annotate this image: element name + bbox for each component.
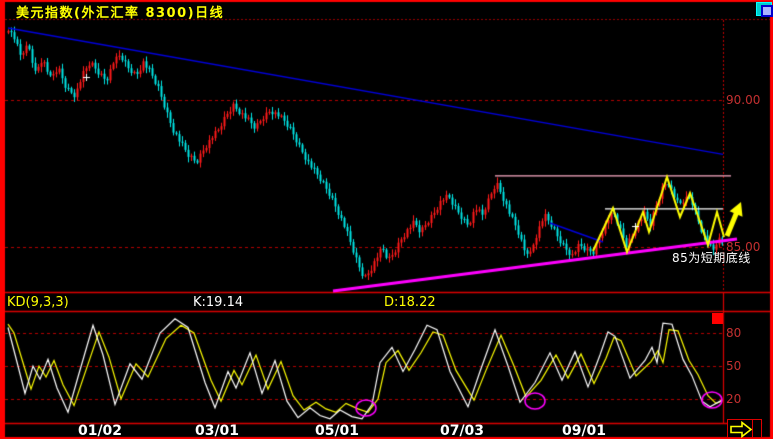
date-axis-label: 09/01 [561,423,607,439]
price-axis-label: 90.00 [726,93,761,107]
kd-d-value: D:18.22 [384,295,436,310]
price-axis-label: 85.00 [726,240,761,254]
kd-axis-label: 80 [726,326,742,340]
candlestick-and-kd-chart-canvas[interactable] [0,0,773,439]
red-square-marker [712,313,723,324]
window-restore-icon-inner [761,5,773,17]
date-axis-label: 01/02 [77,423,123,439]
window-title: 美元指数(外汇汇率 8300)日线 [16,6,225,21]
arrow-right-icon [730,421,753,438]
date-axis-label: 03/01 [194,423,240,439]
kd-indicator-label: KD(9,3,3) [7,295,69,310]
next-button-divider [752,420,753,437]
kd-k-value: K:19.14 [193,295,244,310]
date-axis-label: 07/03 [439,423,485,439]
date-axis-label: 05/01 [314,423,360,439]
next-page-button[interactable] [727,419,762,438]
kd-axis-label: 50 [726,359,742,373]
kd-axis-label: 20 [726,392,742,406]
chart-app-window: 美元指数(外汇汇率 8300)日线 KD(9,3,3) K:19.14 D:18… [0,0,773,439]
window-restore-icon[interactable] [756,2,773,17]
